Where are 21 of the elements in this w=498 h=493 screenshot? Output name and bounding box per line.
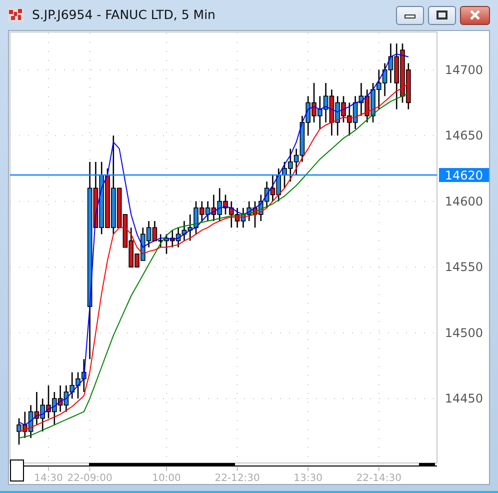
time-axis-label: 13:30 xyxy=(294,473,323,484)
price-axis-label: 14700 xyxy=(444,62,483,77)
price-axis-label: 14450 xyxy=(444,392,483,406)
app-icon xyxy=(8,7,24,23)
window-title: S.JP.J6954 - FANUC LTD, 5 Min xyxy=(32,6,216,24)
close-icon xyxy=(469,10,481,20)
maximize-icon xyxy=(436,10,448,20)
price-axis-label: 14650 xyxy=(444,128,483,143)
minimize-button[interactable] xyxy=(396,6,424,24)
price-axis-label: 14550 xyxy=(444,260,483,274)
price-tag: 14620 xyxy=(439,168,489,183)
close-button[interactable] xyxy=(460,6,490,24)
price-axis-label: 14600 xyxy=(444,194,483,208)
maximize-button[interactable] xyxy=(428,6,456,24)
time-axis-label: 10:00 xyxy=(152,473,181,484)
time-axis-label: 22-12:30 xyxy=(214,473,260,484)
ref-line-label: 14620 xyxy=(444,168,483,183)
time-axis-label: 14:30 xyxy=(34,473,63,484)
time-axis-label: 22-09:00 xyxy=(67,473,112,484)
time-axis-label: 22-14:30 xyxy=(356,473,402,484)
price-axis-label: 14500 xyxy=(444,326,483,340)
